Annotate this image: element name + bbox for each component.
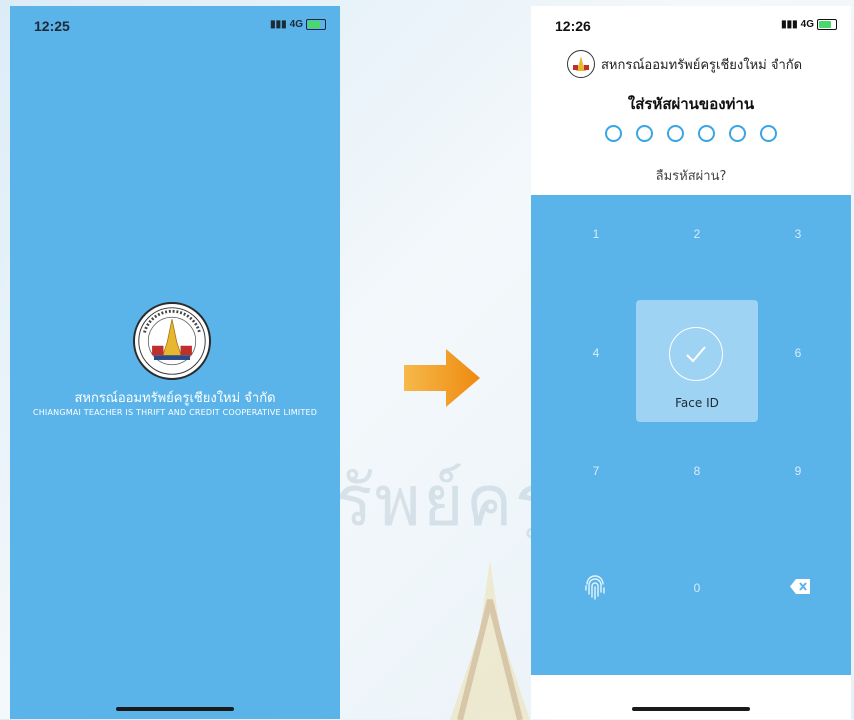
backspace-icon[interactable] — [789, 578, 811, 595]
org-name-thai: สหกรณ์ออมทรัพย์ครูเชียงใหม่ จำกัด — [601, 57, 803, 73]
pin-dot — [667, 125, 684, 142]
key-4[interactable]: 4 — [566, 346, 626, 360]
face-id-label: Face ID — [675, 396, 719, 410]
pin-prompt: ใส่รหัสผ่านของท่าน — [627, 95, 755, 113]
key-8[interactable]: 8 — [667, 464, 727, 478]
pin-dots — [531, 125, 851, 142]
signal-icon: ▮▮▮ — [270, 19, 287, 30]
arrow-right-icon — [404, 349, 480, 407]
pin-dot — [760, 125, 777, 142]
cooperative-logo — [567, 50, 595, 78]
status-indicators: ▮▮▮ 4G — [270, 19, 326, 30]
battery-icon — [306, 19, 326, 30]
splash-screen: 12:25 ▮▮▮ 4G สหกรณ์ออมทรัพย์ครูเชียงใหม่… — [10, 6, 340, 719]
home-indicator[interactable] — [116, 707, 234, 711]
key-0[interactable]: 0 — [667, 581, 727, 595]
status-indicators: ▮▮▮ 4G — [781, 19, 837, 30]
key-7[interactable]: 7 — [566, 464, 626, 478]
status-time: 12:25 — [34, 18, 70, 34]
network-label: 4G — [289, 19, 303, 30]
fingerprint-icon[interactable] — [583, 574, 607, 600]
org-header: สหกรณ์ออมทรัพย์ครูเชียงใหม่ จำกัด — [567, 50, 802, 78]
bottom-safe-area — [531, 675, 851, 719]
key-2[interactable]: 2 — [667, 227, 727, 241]
status-time: 12:26 — [555, 18, 591, 34]
key-9[interactable]: 9 — [768, 464, 828, 478]
network-label: 4G — [800, 19, 814, 30]
cooperative-logo — [133, 302, 211, 380]
signal-icon: ▮▮▮ — [781, 19, 798, 30]
org-name-thai: สหกรณ์ออมทรัพย์ครูเชียงใหม่ จำกัด — [74, 391, 276, 406]
pin-dot — [636, 125, 653, 142]
status-bar: 12:26 ▮▮▮ 4G — [531, 6, 851, 42]
pin-dot — [698, 125, 715, 142]
pin-login-screen: 12:26 ▮▮▮ 4G สหกรณ์ออมทรัพย์ครูเชียงใหม่… — [531, 6, 851, 719]
key-6[interactable]: 6 — [768, 346, 828, 360]
forgot-password-link[interactable]: ลืมรหัสผ่าน? — [531, 165, 851, 186]
check-circle-icon — [669, 327, 723, 381]
background-watermark-text: รัพย์ครู — [335, 460, 555, 542]
pin-dot — [605, 125, 622, 142]
key-1[interactable]: 1 — [566, 227, 626, 241]
pin-header-panel: 12:26 ▮▮▮ 4G สหกรณ์ออมทรัพย์ครูเชียงใหม่… — [531, 6, 851, 195]
face-id-button[interactable]: Face ID — [636, 300, 758, 422]
battery-icon — [817, 19, 837, 30]
home-indicator[interactable] — [632, 707, 750, 711]
status-bar: 12:25 ▮▮▮ 4G — [10, 6, 340, 42]
org-name-english: CHIANGMAI TEACHER IS THRIFT AND CREDIT C… — [32, 408, 318, 417]
pin-dot — [729, 125, 746, 142]
key-3[interactable]: 3 — [768, 227, 828, 241]
